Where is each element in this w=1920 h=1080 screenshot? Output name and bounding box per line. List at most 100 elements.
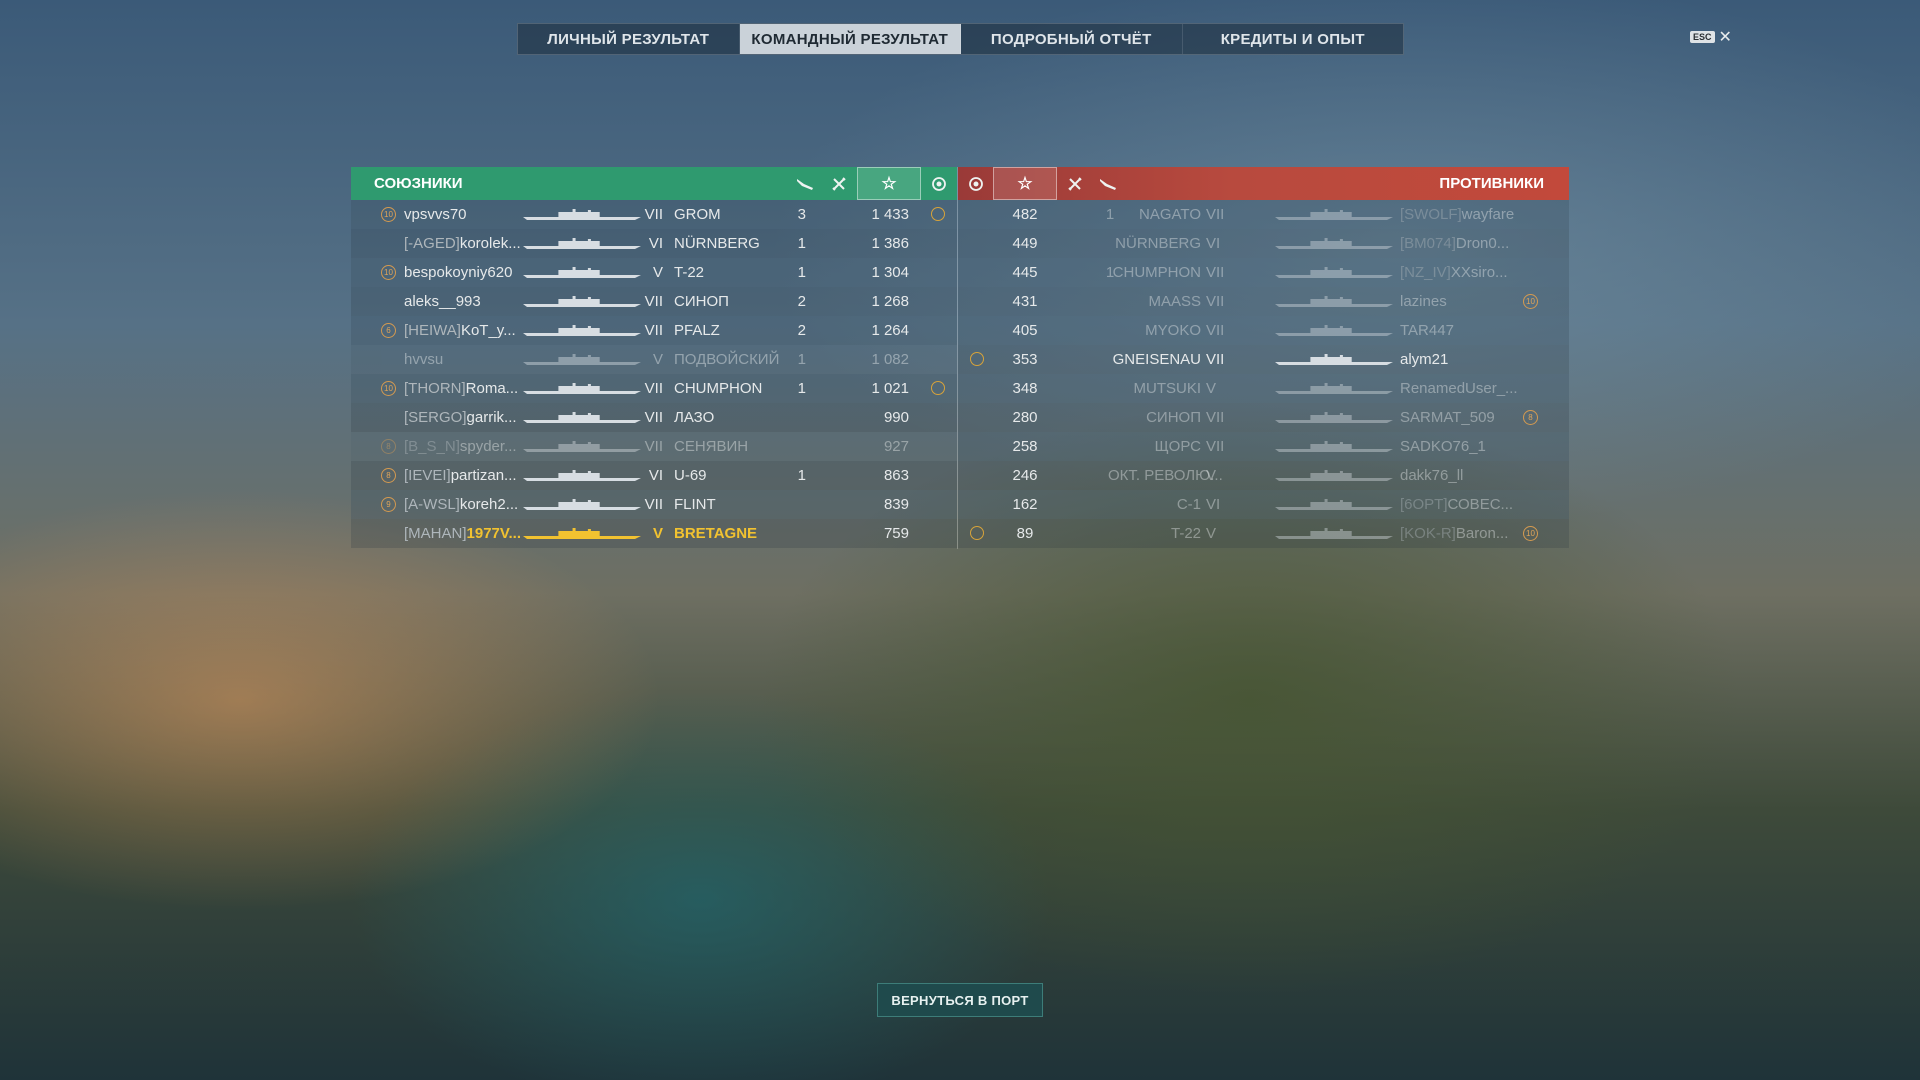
base-xp: 863 xyxy=(883,467,909,484)
ship-tier: VI xyxy=(1206,496,1221,513)
enemy-row[interactable]: 246 ОКТ. РЕВОЛЮ... Vdakk76_ll xyxy=(958,461,1569,490)
return-to-port-button[interactable]: ВЕРНУТЬСЯ В ПОРТ xyxy=(877,983,1043,1017)
player-name: hvvsu xyxy=(404,351,443,368)
ally-row[interactable]: 10 bespokoyniy620 V T-22 1 1 304 xyxy=(351,258,957,287)
ship-name: C-1 xyxy=(1176,496,1201,513)
player-nick: korolek... xyxy=(459,235,521,252)
tab-3[interactable]: КРЕДИТЫ И ОПЫТ xyxy=(1183,24,1404,54)
base-xp: 1 386 xyxy=(871,235,909,252)
allies-panel: СОЮЗНИКИ ☆ 10 vpsvvs70 VII GROM 3 1 433 [-AGED… xyxy=(351,167,957,549)
close-icon[interactable]: ✕ xyxy=(1719,27,1732,47)
ship-silhouette-icon xyxy=(523,325,641,336)
base-xp: 405 xyxy=(1012,322,1038,339)
ally-row[interactable]: 10 vpsvvs70 VII GROM 3 1 433 xyxy=(351,200,957,229)
player-name: [NZ_IV]XXsiro... xyxy=(1400,264,1508,281)
tab-1[interactable]: КОМАНДНЫЙ РЕЗУЛЬТАТ xyxy=(739,24,961,54)
ship-silhouette-icon xyxy=(523,470,641,481)
ship-silhouette-icon xyxy=(1275,528,1393,539)
enemy-row[interactable]: 431 MAASS VII lazines 10 xyxy=(958,287,1569,316)
clan-tag: [B_S_N] xyxy=(404,438,460,455)
player-nick: Dron0... xyxy=(1455,235,1510,252)
ally-row[interactable]: [MAHAN]1977V... V BRETAGNE 759 xyxy=(351,519,957,548)
base-xp: 1 304 xyxy=(871,264,909,281)
ally-row[interactable]: 6 [HEIWA]KoT_y... VII PFALZ 2 1 264 xyxy=(351,316,957,345)
base-xp: 280 xyxy=(1012,409,1038,426)
clan-tag: [SERGO] xyxy=(404,409,467,426)
rank-badge-icon: 9 xyxy=(381,497,396,512)
base-xp: 258 xyxy=(1012,438,1038,455)
player-name: [BM074]Dron0... xyxy=(1400,235,1509,252)
player-nick: SADKO76_1 xyxy=(1400,438,1486,455)
ship-tier: V xyxy=(652,351,663,368)
enemy-row[interactable]: 445 1 CHUMPHON VII [NZ_IV]XXsiro... xyxy=(958,258,1569,287)
esc-close[interactable]: ESC ✕ xyxy=(1690,27,1732,47)
base-xp: 1 021 xyxy=(871,380,909,397)
enemies-title: ПРОТИВНИКИ xyxy=(1439,175,1544,192)
player-name: aleks__993 xyxy=(404,293,481,310)
enemy-row[interactable]: 258 ЩОРС VII SADKO76_1 xyxy=(958,432,1569,461)
tab-0[interactable]: ЛИЧНЫЙ РЕЗУЛЬТАТ xyxy=(518,24,740,54)
player-name: [6OPT]СОВЕС... xyxy=(1400,496,1513,513)
ship-silhouette-icon xyxy=(523,528,641,539)
player-nick: wayfare xyxy=(1461,206,1515,223)
ship-tier: VII xyxy=(644,496,663,513)
enemy-row[interactable]: 348 MUTSUKI V RenamedUser_... xyxy=(958,374,1569,403)
ship-name: СИНОП xyxy=(1146,409,1201,426)
ship-tier: V xyxy=(1206,467,1217,484)
ship-silhouette-icon xyxy=(1275,325,1393,336)
kills-icon[interactable] xyxy=(829,174,849,194)
enemy-row[interactable]: 449 NÜRNBERG VI [BM074]Dron0... xyxy=(958,229,1569,258)
enemy-row[interactable]: 482 1 NAGATO VII [SWOLF]wayfare xyxy=(958,200,1569,229)
enemy-row[interactable]: 353 GNEISENAU VII alym21 xyxy=(958,345,1569,374)
enemy-row[interactable]: 280 СИНОП VII SARMAT_509 8 xyxy=(958,403,1569,432)
clan-tag: [NZ_IV] xyxy=(1400,264,1451,281)
player-name: alym21 xyxy=(1400,351,1448,368)
ship-tier: V xyxy=(652,525,663,542)
enemies-list: 482 1 NAGATO VII [SWOLF]wayfare 449 NÜRNBERG VI… xyxy=(958,200,1569,548)
ship-name: GROM xyxy=(674,206,721,223)
ally-row[interactable]: [SERGO]garrik... VII ЛАЗО 990 xyxy=(351,403,957,432)
tab-bar: ЛИЧНЫЙ РЕЗУЛЬТАТ КОМАНДНЫЙ РЕЗУЛЬТАТ ПОДРО… xyxy=(517,23,1404,55)
enemy-row[interactable]: 405 MYOKO VII TAR447 xyxy=(958,316,1569,345)
plane-shot-icon[interactable] xyxy=(1098,174,1118,194)
enemy-row[interactable]: 89 T-22 V [KOK-R]Baron... 10 xyxy=(958,519,1569,548)
medal-icon[interactable] xyxy=(966,174,986,194)
star-icon[interactable]: ☆ xyxy=(993,167,1057,200)
ally-row[interactable]: [-AGED]korolek... VI NÜRNBERG 1 1 386 xyxy=(351,229,957,258)
player-nick: lazines xyxy=(1400,293,1447,310)
ship-name: CHUMPHON xyxy=(674,380,763,397)
ship-silhouette-icon xyxy=(1275,238,1393,249)
player-nick: KoT_y... xyxy=(460,322,516,339)
ally-row[interactable]: 10 [THORN]Roma... VII CHUMPHON 1 1 021 xyxy=(351,374,957,403)
base-xp: 990 xyxy=(883,409,909,426)
base-xp: 1 268 xyxy=(871,293,909,310)
base-xp: 482 xyxy=(1012,206,1038,223)
ship-name: MAASS xyxy=(1148,293,1201,310)
player-nick: garrik... xyxy=(466,409,517,426)
ally-row[interactable]: 8 [B_S_N]spyder... VII СЕНЯВИН 927 xyxy=(351,432,957,461)
ship-tier: VI xyxy=(648,467,663,484)
rank-badge-icon: 8 xyxy=(1523,410,1538,425)
ship-tier: VII xyxy=(644,409,663,426)
medal-icon xyxy=(931,207,945,221)
ship-name: ПОДВОЙСКИЙ xyxy=(674,351,780,368)
ally-row[interactable]: 9 [A-WSL]koreh2... VII FLINT 839 xyxy=(351,490,957,519)
kills-icon[interactable] xyxy=(1065,174,1085,194)
ally-row[interactable]: aleks__993 VII СИНОП 2 1 268 xyxy=(351,287,957,316)
tab-2[interactable]: ПОДРОБНЫЙ ОТЧЁТ xyxy=(961,24,1183,54)
player-nick: СОВЕС... xyxy=(1447,496,1514,513)
ship-tier: V xyxy=(1206,525,1217,542)
rank-badge-icon: 10 xyxy=(1523,526,1538,541)
player-nick: hvvsu xyxy=(404,351,444,368)
ally-row[interactable]: hvvsu V ПОДВОЙСКИЙ 1 1 082 xyxy=(351,345,957,374)
ally-row[interactable]: 8 [IEVEI]partizan... VI U-69 1 863 xyxy=(351,461,957,490)
enemy-row[interactable]: 162 C-1 VI [6OPT]СОВЕС... xyxy=(958,490,1569,519)
star-icon[interactable]: ☆ xyxy=(857,167,921,200)
medal-icon[interactable] xyxy=(929,174,949,194)
kills-count: 2 xyxy=(797,322,806,339)
player-nick: spyder... xyxy=(459,438,517,455)
esc-key-icon[interactable]: ESC xyxy=(1690,31,1715,43)
kills-count: 1 xyxy=(797,380,806,397)
plane-shot-icon[interactable] xyxy=(795,174,815,194)
clan-tag: [IEVEI] xyxy=(404,467,451,484)
